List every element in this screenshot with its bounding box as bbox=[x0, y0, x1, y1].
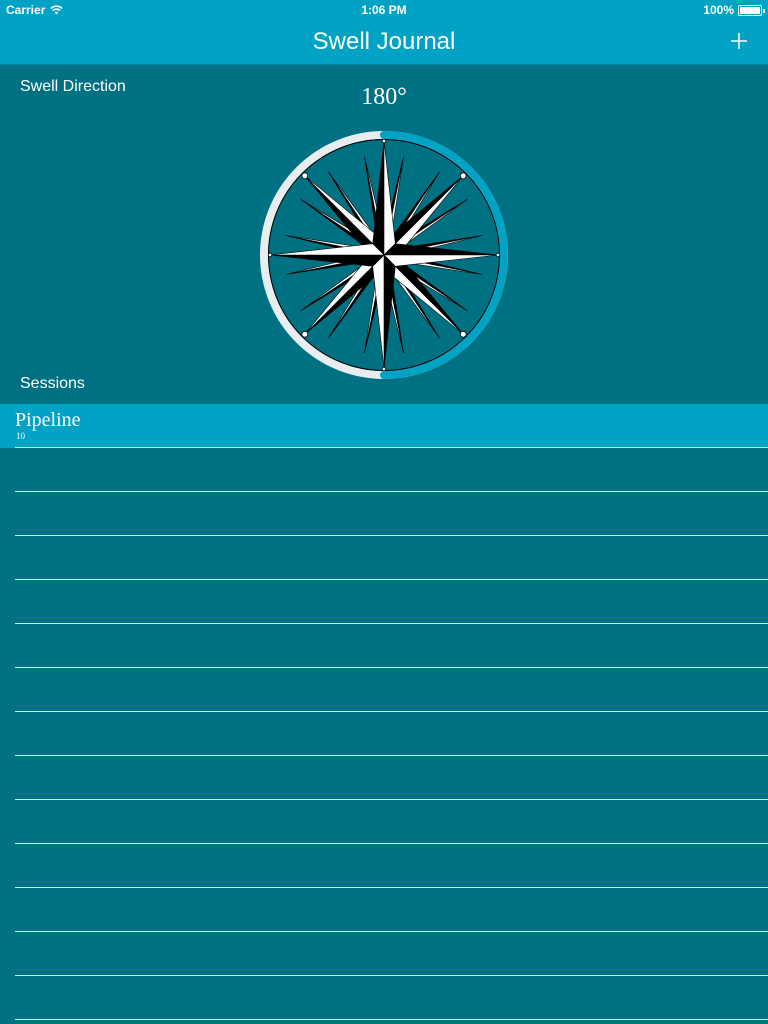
status-right: 100% bbox=[703, 3, 765, 17]
session-row[interactable] bbox=[0, 492, 768, 536]
compass-tip-marker bbox=[301, 172, 309, 180]
sessions-label: Sessions bbox=[20, 375, 85, 392]
session-row[interactable]: Pipeline 10 bbox=[0, 404, 768, 448]
plus-icon[interactable] bbox=[728, 30, 750, 52]
session-row[interactable] bbox=[0, 756, 768, 800]
session-row[interactable] bbox=[0, 976, 768, 1020]
session-row[interactable] bbox=[0, 668, 768, 712]
compass-tip-marker bbox=[495, 252, 501, 258]
session-row[interactable] bbox=[0, 800, 768, 844]
page-title: Swell Journal bbox=[312, 28, 456, 55]
swell-degree-readout: 180° bbox=[361, 84, 407, 110]
session-row[interactable] bbox=[0, 844, 768, 888]
session-row[interactable] bbox=[0, 536, 768, 580]
status-bar: Carrier 1:06 PM 100% bbox=[0, 0, 768, 20]
compass-tip-marker bbox=[381, 138, 387, 144]
session-row[interactable] bbox=[0, 580, 768, 624]
session-row[interactable] bbox=[0, 448, 768, 492]
session-row[interactable] bbox=[0, 624, 768, 668]
navigation-bar: Swell Journal bbox=[0, 20, 768, 65]
session-row[interactable] bbox=[0, 888, 768, 932]
session-row[interactable] bbox=[0, 932, 768, 976]
session-name: Pipeline bbox=[15, 409, 81, 431]
status-time: 1:06 PM bbox=[361, 3, 407, 17]
session-count: 10 bbox=[16, 431, 25, 441]
compass-rose-icon[interactable] bbox=[258, 129, 510, 381]
compass-tip-marker bbox=[301, 330, 309, 338]
battery-icon bbox=[738, 4, 765, 16]
battery-fill bbox=[740, 6, 760, 14]
session-row[interactable] bbox=[0, 712, 768, 756]
compass-rose-points bbox=[267, 138, 501, 372]
compass-tip-marker bbox=[381, 366, 387, 372]
session-list: Pipeline 10 bbox=[0, 404, 768, 1020]
battery-percent: 100% bbox=[703, 3, 734, 17]
compass-tip-marker bbox=[267, 252, 273, 258]
compass-tip-marker bbox=[459, 172, 467, 180]
compass-tip-marker bbox=[459, 330, 467, 338]
